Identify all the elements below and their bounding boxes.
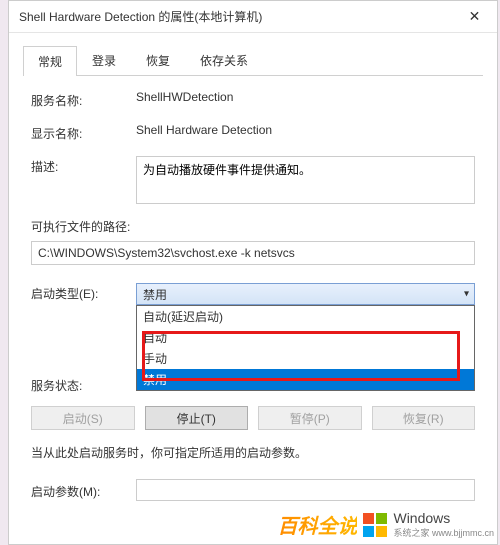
startup-type-select[interactable]: 禁用 (136, 283, 475, 305)
close-icon: ✕ (469, 8, 481, 25)
start-params-label: 启动参数(M): (31, 481, 136, 500)
tab-general[interactable]: 常规 (23, 46, 77, 76)
description-textarea[interactable]: 为自动播放硬件事件提供通知。 (136, 156, 475, 204)
startup-hint: 当从此处启动服务时，你可指定所适用的启动参数。 (31, 444, 475, 461)
dialog-content: 常规 登录 恢复 依存关系 服务名称: ShellHWDetection 显示名… (9, 33, 497, 519)
service-name-value: ShellHWDetection (136, 90, 475, 104)
stop-button[interactable]: 停止(T) (145, 406, 249, 430)
start-params-input (136, 479, 475, 501)
start-button: 启动(S) (31, 406, 135, 430)
dropdown-item-disabled[interactable]: 禁用 (137, 369, 474, 390)
dropdown-item-manual[interactable]: 手动 (137, 348, 474, 369)
startup-type-label: 启动类型(E): (31, 283, 136, 302)
tab-recovery[interactable]: 恢复 (131, 45, 185, 75)
watermark-brand: Windows (393, 510, 494, 526)
watermark: 百科全说 Windows 系统之家 www.bjjmmc.cn (277, 510, 494, 539)
windows-logo-icon (363, 513, 387, 537)
watermark-badge: 百科全说 (277, 510, 357, 539)
close-button[interactable]: ✕ (452, 1, 497, 33)
dropdown-item-auto[interactable]: 自动 (137, 327, 474, 348)
service-name-label: 服务名称: (31, 90, 136, 109)
tab-dependencies[interactable]: 依存关系 (185, 45, 263, 75)
description-label: 描述: (31, 156, 136, 175)
pause-button: 暂停(P) (258, 406, 362, 430)
tab-body: 服务名称: ShellHWDetection 显示名称: Shell Hardw… (23, 76, 483, 509)
startup-type-dropdown: 自动(延迟启动) 自动 手动 禁用 (136, 305, 475, 391)
display-name-value: Shell Hardware Detection (136, 123, 475, 137)
executable-path-value: C:\WINDOWS\System32\svchost.exe -k netsv… (31, 241, 475, 265)
watermark-sub: 系统之家 www.bjjmmc.cn (393, 526, 494, 539)
dropdown-item-auto-delayed[interactable]: 自动(延迟启动) (137, 306, 474, 327)
properties-dialog: Shell Hardware Detection 的属性(本地计算机) ✕ 常规… (8, 0, 498, 545)
tab-strip: 常规 登录 恢复 依存关系 (23, 45, 483, 76)
control-buttons: 启动(S) 停止(T) 暂停(P) 恢复(R) (31, 406, 475, 430)
service-status-label: 服务状态: (31, 375, 136, 394)
executable-path-label: 可执行文件的路径: (31, 218, 475, 235)
resume-button: 恢复(R) (372, 406, 476, 430)
display-name-label: 显示名称: (31, 123, 136, 142)
window-title: Shell Hardware Detection 的属性(本地计算机) (19, 8, 452, 25)
tab-logon[interactable]: 登录 (77, 45, 131, 75)
titlebar: Shell Hardware Detection 的属性(本地计算机) ✕ (9, 1, 497, 33)
startup-type-selected: 禁用 (143, 286, 167, 303)
